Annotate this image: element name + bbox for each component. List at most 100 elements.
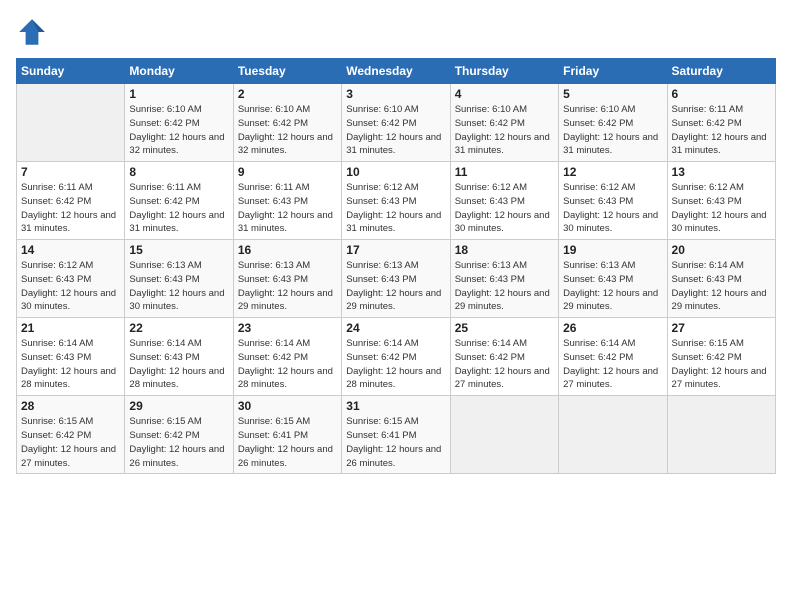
day-number: 19 [563,243,662,257]
column-header-monday: Monday [125,59,233,84]
day-cell: 29 Sunrise: 6:15 AMSunset: 6:42 PMDayligh… [125,396,233,474]
day-number: 9 [238,165,337,179]
day-info: Sunrise: 6:13 AMSunset: 6:43 PMDaylight:… [129,259,228,314]
day-number: 5 [563,87,662,101]
day-cell [450,396,558,474]
day-info: Sunrise: 6:13 AMSunset: 6:43 PMDaylight:… [346,259,445,314]
logo-icon [16,16,48,48]
column-header-thursday: Thursday [450,59,558,84]
day-number: 3 [346,87,445,101]
day-cell: 2 Sunrise: 6:10 AMSunset: 6:42 PMDaylight… [233,84,341,162]
day-info: Sunrise: 6:14 AMSunset: 6:43 PMDaylight:… [21,337,120,392]
day-info: Sunrise: 6:15 AMSunset: 6:42 PMDaylight:… [129,415,228,470]
day-info: Sunrise: 6:12 AMSunset: 6:43 PMDaylight:… [346,181,445,236]
header [16,16,776,48]
day-info: Sunrise: 6:11 AMSunset: 6:43 PMDaylight:… [238,181,337,236]
day-info: Sunrise: 6:14 AMSunset: 6:42 PMDaylight:… [346,337,445,392]
column-header-tuesday: Tuesday [233,59,341,84]
day-info: Sunrise: 6:15 AMSunset: 6:42 PMDaylight:… [21,415,120,470]
day-number: 4 [455,87,554,101]
day-info: Sunrise: 6:10 AMSunset: 6:42 PMDaylight:… [563,103,662,158]
day-cell: 31 Sunrise: 6:15 AMSunset: 6:41 PMDayligh… [342,396,450,474]
day-cell: 8Sunrise: 6:11 AMSunset: 6:42 PMDaylight… [125,162,233,240]
day-number: 31 [346,399,445,413]
day-cell: 27 Sunrise: 6:15 AMSunset: 6:42 PMDayligh… [667,318,775,396]
day-cell: 14 Sunrise: 6:12 AMSunset: 6:43 PMDayligh… [17,240,125,318]
day-info: Sunrise: 6:13 AMSunset: 6:43 PMDaylight:… [238,259,337,314]
day-cell: 9 Sunrise: 6:11 AMSunset: 6:43 PMDaylight… [233,162,341,240]
day-cell [667,396,775,474]
day-cell: 7 Sunrise: 6:11 AMSunset: 6:42 PMDaylight… [17,162,125,240]
day-cell: 24 Sunrise: 6:14 AMSunset: 6:42 PMDayligh… [342,318,450,396]
day-number: 13 [672,165,771,179]
day-cell [559,396,667,474]
day-cell: 4 Sunrise: 6:10 AMSunset: 6:42 PMDaylight… [450,84,558,162]
day-cell: 26 Sunrise: 6:14 AMSunset: 6:42 PMDayligh… [559,318,667,396]
day-cell: 3Sunrise: 6:10 AMSunset: 6:42 PMDaylight… [342,84,450,162]
day-cell: 15Sunrise: 6:13 AMSunset: 6:43 PMDayligh… [125,240,233,318]
day-cell: 13 Sunrise: 6:12 AMSunset: 6:43 PMDayligh… [667,162,775,240]
column-header-wednesday: Wednesday [342,59,450,84]
day-info: Sunrise: 6:15 AMSunset: 6:41 PMDaylight:… [346,415,445,470]
day-info: Sunrise: 6:11 AMSunset: 6:42 PMDaylight:… [21,181,120,236]
day-number: 29 [129,399,228,413]
day-info: Sunrise: 6:10 AMSunset: 6:42 PMDaylight:… [238,103,337,158]
day-number: 6 [672,87,771,101]
day-number: 21 [21,321,120,335]
day-number: 1 [129,87,228,101]
week-row-3: 14 Sunrise: 6:12 AMSunset: 6:43 PMDayligh… [17,240,776,318]
week-row-1: 1 Sunrise: 6:10 AMSunset: 6:42 PMDaylight… [17,84,776,162]
day-number: 27 [672,321,771,335]
day-cell: 21 Sunrise: 6:14 AMSunset: 6:43 PMDayligh… [17,318,125,396]
day-number: 20 [672,243,771,257]
day-info: Sunrise: 6:13 AMSunset: 6:43 PMDaylight:… [563,259,662,314]
day-number: 26 [563,321,662,335]
day-number: 24 [346,321,445,335]
day-cell: 23Sunrise: 6:14 AMSunset: 6:42 PMDayligh… [233,318,341,396]
day-number: 8 [129,165,228,179]
day-info: Sunrise: 6:15 AMSunset: 6:42 PMDaylight:… [672,337,771,392]
week-row-4: 21 Sunrise: 6:14 AMSunset: 6:43 PMDayligh… [17,318,776,396]
day-cell: 16 Sunrise: 6:13 AMSunset: 6:43 PMDayligh… [233,240,341,318]
week-row-2: 7 Sunrise: 6:11 AMSunset: 6:42 PMDaylight… [17,162,776,240]
day-cell: 12Sunrise: 6:12 AMSunset: 6:43 PMDayligh… [559,162,667,240]
column-header-saturday: Saturday [667,59,775,84]
day-cell: 1 Sunrise: 6:10 AMSunset: 6:42 PMDaylight… [125,84,233,162]
day-number: 14 [21,243,120,257]
day-cell: 22Sunrise: 6:14 AMSunset: 6:43 PMDayligh… [125,318,233,396]
day-info: Sunrise: 6:12 AMSunset: 6:43 PMDaylight:… [21,259,120,314]
day-info: Sunrise: 6:10 AMSunset: 6:42 PMDaylight:… [455,103,554,158]
day-number: 23 [238,321,337,335]
day-cell: 17 Sunrise: 6:13 AMSunset: 6:43 PMDayligh… [342,240,450,318]
column-header-friday: Friday [559,59,667,84]
day-number: 18 [455,243,554,257]
day-number: 2 [238,87,337,101]
week-row-5: 28 Sunrise: 6:15 AMSunset: 6:42 PMDayligh… [17,396,776,474]
day-info: Sunrise: 6:14 AMSunset: 6:43 PMDaylight:… [672,259,771,314]
day-number: 10 [346,165,445,179]
day-info: Sunrise: 6:12 AMSunset: 6:43 PMDaylight:… [672,181,771,236]
day-info: Sunrise: 6:15 AMSunset: 6:41 PMDaylight:… [238,415,337,470]
day-number: 7 [21,165,120,179]
day-cell: 11Sunrise: 6:12 AMSunset: 6:43 PMDayligh… [450,162,558,240]
logo [16,16,52,48]
day-info: Sunrise: 6:13 AMSunset: 6:43 PMDaylight:… [455,259,554,314]
day-number: 17 [346,243,445,257]
column-header-sunday: Sunday [17,59,125,84]
calendar-table: SundayMondayTuesdayWednesdayThursdayFrid… [16,58,776,474]
day-cell: 5 Sunrise: 6:10 AMSunset: 6:42 PMDaylight… [559,84,667,162]
day-info: Sunrise: 6:14 AMSunset: 6:42 PMDaylight:… [563,337,662,392]
day-number: 22 [129,321,228,335]
day-number: 16 [238,243,337,257]
day-cell: 30Sunrise: 6:15 AMSunset: 6:41 PMDayligh… [233,396,341,474]
day-cell: 6Sunrise: 6:11 AMSunset: 6:42 PMDaylight… [667,84,775,162]
day-info: Sunrise: 6:12 AMSunset: 6:43 PMDaylight:… [455,181,554,236]
day-info: Sunrise: 6:14 AMSunset: 6:42 PMDaylight:… [455,337,554,392]
header-row: SundayMondayTuesdayWednesdayThursdayFrid… [17,59,776,84]
day-cell: 28 Sunrise: 6:15 AMSunset: 6:42 PMDayligh… [17,396,125,474]
day-number: 28 [21,399,120,413]
day-cell: 20 Sunrise: 6:14 AMSunset: 6:43 PMDayligh… [667,240,775,318]
day-info: Sunrise: 6:10 AMSunset: 6:42 PMDaylight:… [129,103,228,158]
day-cell: 10 Sunrise: 6:12 AMSunset: 6:43 PMDayligh… [342,162,450,240]
day-cell: 18 Sunrise: 6:13 AMSunset: 6:43 PMDayligh… [450,240,558,318]
